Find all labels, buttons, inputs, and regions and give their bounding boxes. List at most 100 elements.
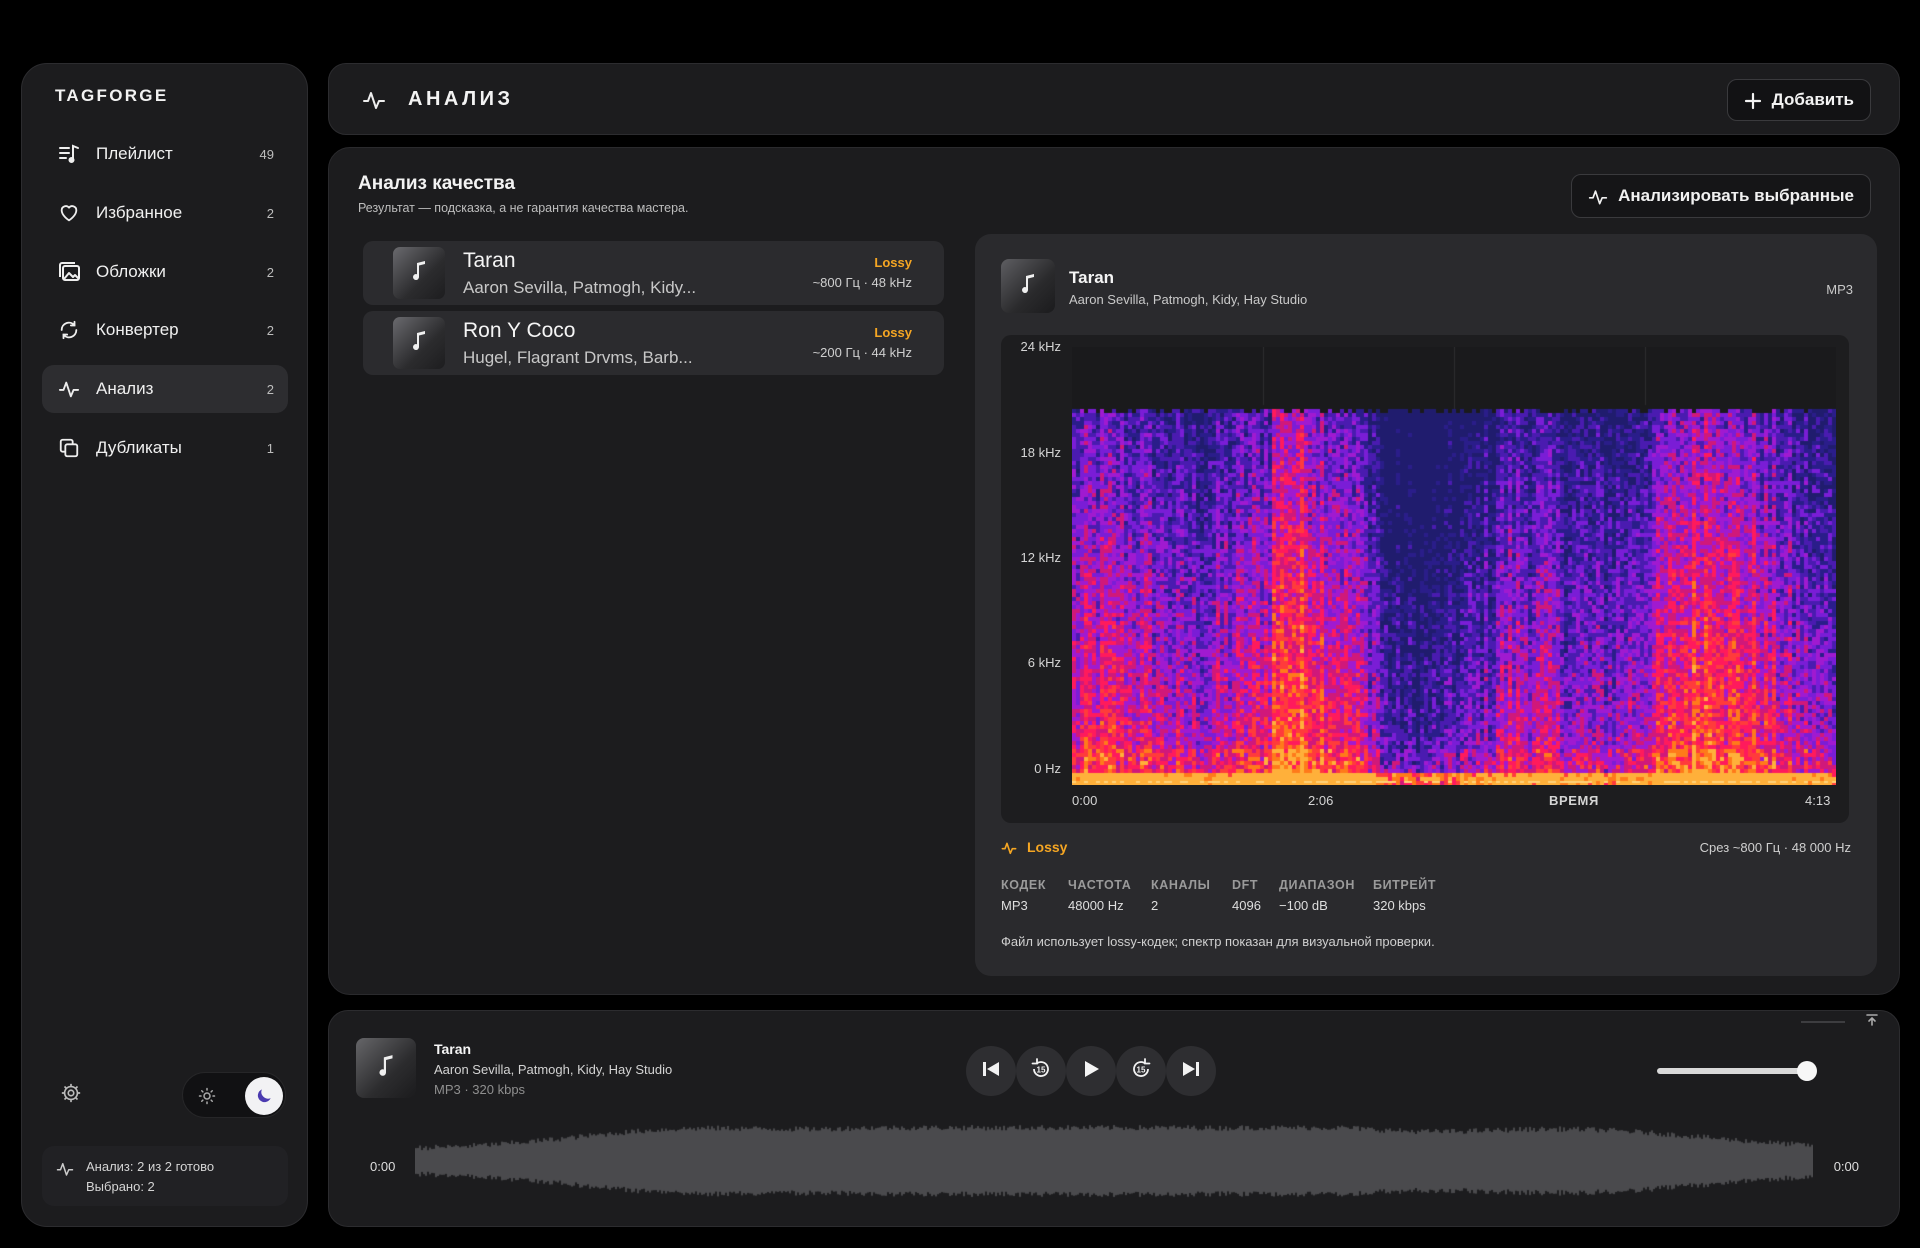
volume-knob[interactable] [1797, 1061, 1817, 1081]
detail-title: Taran [1069, 268, 1115, 287]
gear-icon [60, 1082, 82, 1109]
add-button-label: Добавить [1771, 90, 1854, 109]
sidebar-item-count: 2 [266, 381, 274, 397]
stat-label: КОДЕК [1001, 878, 1047, 892]
sidebar-item-label: Дубликаты [96, 438, 182, 457]
brand-logo: TAGFORGE [55, 86, 169, 105]
status-line: Анализ: 2 из 2 готово [86, 1159, 215, 1174]
copy-icon [56, 435, 82, 461]
sidebar-item-label: Обложки [96, 262, 166, 281]
page-title: АНАЛИЗ [408, 88, 514, 110]
forward-15-button[interactable]: 15 [1116, 1046, 1166, 1096]
stat-value: 320 kbps [1373, 898, 1426, 913]
volume-slider[interactable] [1657, 1068, 1813, 1074]
rewind-15-button[interactable]: 15 [1016, 1046, 1066, 1096]
music-note-icon [375, 1053, 397, 1084]
images-icon [56, 259, 82, 285]
track-artist: Aaron Sevilla, Patmogh, Kidy... [463, 278, 697, 297]
pulse-icon [1001, 840, 1017, 861]
drag-handle[interactable] [1801, 1021, 1845, 1023]
stat-value: MP3 [1001, 898, 1028, 913]
spectrogram [1072, 347, 1836, 785]
sidebar-item-duplicates[interactable]: Дубликаты 1 [42, 424, 288, 472]
waveform-scrubber[interactable] [415, 1123, 1813, 1199]
analysis-panel: Анализ качества Результат — подсказка, а… [328, 147, 1900, 995]
sidebar-item-label: Плейлист [96, 144, 173, 163]
page-header: АНАЛИЗ Добавить [328, 63, 1900, 135]
analyze-button-label: Анализировать выбранные [1618, 186, 1854, 205]
sidebar-item-analysis[interactable]: Анализ 2 [42, 365, 288, 413]
status-line: Выбрано: 2 [86, 1179, 155, 1194]
svg-text:15: 15 [1037, 1065, 1046, 1074]
x-axis-label: 4:13 [1805, 793, 1831, 808]
skip-back-icon [981, 1060, 1001, 1083]
analyze-selected-button[interactable]: Анализировать выбранные [1571, 174, 1871, 218]
moon-icon[interactable] [245, 1077, 283, 1115]
spectrogram-panel: 24 kHz 18 kHz 12 kHz 6 kHz 0 Hz 0:00 2:0… [1001, 335, 1849, 823]
sidebar-item-count: 1 [266, 440, 274, 456]
sidebar-item-count: 2 [266, 264, 274, 280]
y-axis-label: 0 Hz [1034, 761, 1061, 776]
stat-label: БИТРЕЙТ [1373, 878, 1437, 892]
previous-button[interactable] [966, 1046, 1016, 1096]
track-row[interactable]: Taran Aaron Sevilla, Patmogh, Kidy... Lo… [363, 241, 944, 305]
detail-format: MP3 [1826, 282, 1853, 297]
album-art [1001, 259, 1055, 313]
album-art [393, 317, 445, 369]
analysis-detail-card: Taran Aaron Sevilla, Patmogh, Kidy, Hay … [975, 234, 1877, 976]
plus-icon [1744, 92, 1762, 115]
convert-icon [56, 317, 82, 343]
collapse-icon[interactable] [1865, 1013, 1879, 1032]
stat-value: 4096 [1232, 898, 1261, 913]
detail-artist: Aaron Sevilla, Patmogh, Kidy, Hay Studio [1069, 292, 1308, 307]
player-format: MP3 · 320 kbps [434, 1082, 526, 1097]
album-art [393, 247, 445, 299]
stat-label: КАНАЛЫ [1151, 878, 1211, 892]
heart-icon [56, 200, 82, 226]
quality-verdict: Lossy [1027, 839, 1068, 855]
rewind-15-icon: 15 [1029, 1057, 1053, 1086]
settings-button[interactable] [57, 1081, 85, 1109]
next-button[interactable] [1166, 1046, 1216, 1096]
sidebar-item-count: 49 [259, 146, 274, 162]
stat-label: DFT [1232, 878, 1259, 892]
sidebar [21, 63, 308, 1227]
y-axis-label: 12 kHz [1020, 550, 1061, 565]
skip-forward-icon [1181, 1060, 1201, 1083]
pulse-icon [1588, 187, 1608, 212]
sidebar-item-count: 2 [266, 205, 274, 221]
y-axis-label: 6 kHz [1027, 655, 1061, 670]
sidebar-item-label: Анализ [96, 379, 154, 398]
player-artist: Aaron Sevilla, Patmogh, Kidy, Hay Studio [434, 1062, 673, 1077]
quality-badge: Lossy [874, 255, 912, 270]
track-title: Taran [463, 249, 516, 272]
player-bar: Taran Aaron Sevilla, Patmogh, Kidy, Hay … [328, 1010, 1900, 1227]
track-meta: ~200 Гц · 44 kHz [812, 345, 912, 360]
theme-toggle[interactable] [182, 1072, 286, 1118]
time-current: 0:00 [370, 1159, 396, 1174]
sidebar-item-playlist[interactable]: Плейлист 49 [42, 130, 288, 178]
quality-badge: Lossy [874, 325, 912, 340]
x-axis-title: ВРЕМЯ [1549, 793, 1599, 808]
sidebar-item-converter[interactable]: Конвертер 2 [42, 306, 288, 354]
y-axis-label: 24 kHz [1020, 339, 1061, 354]
sidebar-item-favorites[interactable]: Избранное 2 [42, 189, 288, 237]
y-axis-label: 18 kHz [1020, 445, 1061, 460]
section-title: Анализ качества [358, 173, 516, 194]
svg-text:15: 15 [1137, 1065, 1146, 1074]
stat-value: −100 dB [1279, 898, 1328, 913]
x-axis-label: 0:00 [1072, 793, 1098, 808]
analysis-status: Анализ: 2 из 2 готово Выбрано: 2 [42, 1146, 288, 1206]
sidebar-item-covers[interactable]: Обложки 2 [42, 248, 288, 296]
sun-icon[interactable] [191, 1080, 223, 1112]
sidebar-item-label: Конвертер [96, 320, 179, 339]
track-meta: ~800 Гц · 48 kHz [812, 275, 912, 290]
play-button[interactable] [1066, 1046, 1116, 1096]
detail-note: Файл использует lossy-кодек; спектр пока… [1001, 934, 1435, 949]
stat-value: 48000 Hz [1068, 898, 1124, 913]
forward-15-icon: 15 [1129, 1057, 1153, 1086]
track-row[interactable]: Ron Y Coco Hugel, Flagrant Drvms, Barb..… [363, 311, 944, 375]
time-total: 0:00 [1833, 1159, 1859, 1174]
add-button[interactable]: Добавить [1726, 79, 1871, 121]
music-note-icon [409, 259, 429, 288]
